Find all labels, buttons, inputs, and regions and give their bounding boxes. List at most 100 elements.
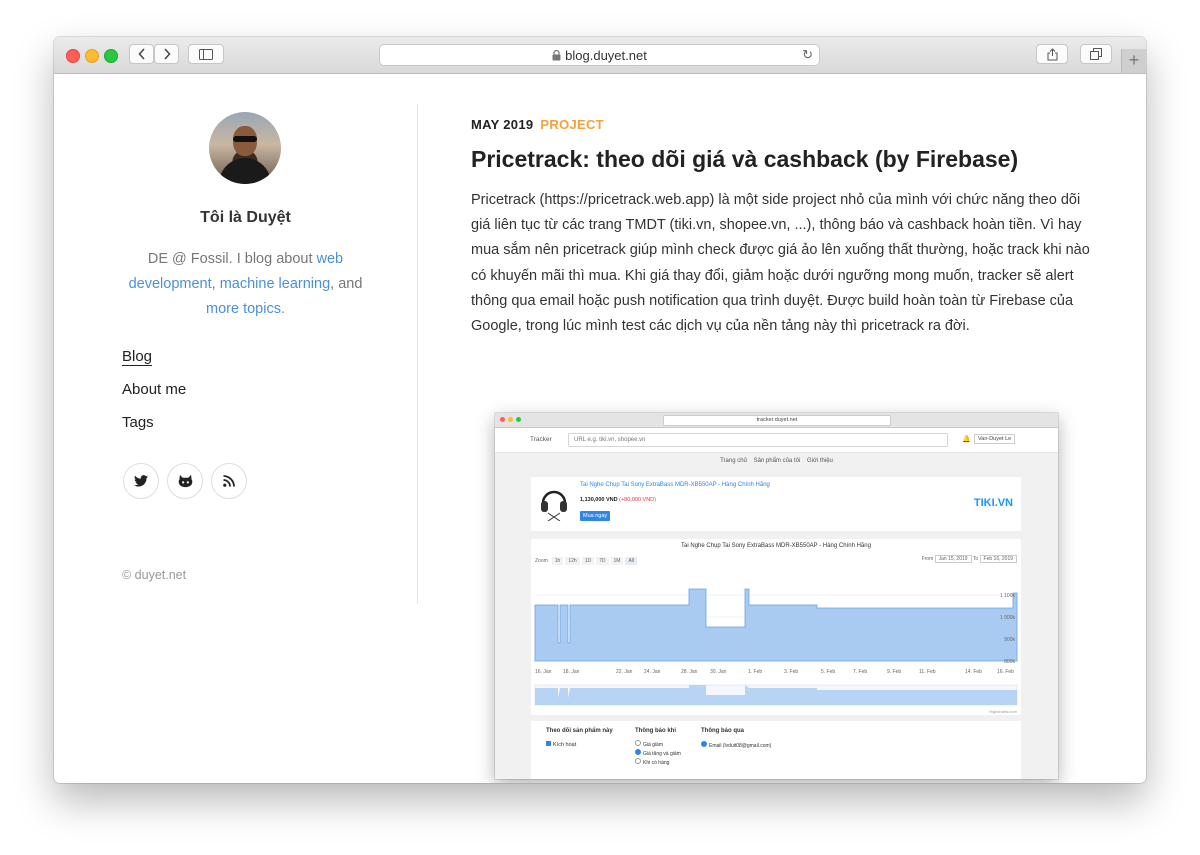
screenshot-browser-bar: tracker.duyet.net bbox=[495, 413, 1058, 428]
screenshot-zoom-dot bbox=[516, 417, 521, 422]
screenshot-y-tick-0: 1 100k bbox=[1000, 593, 1016, 599]
nav-about-link[interactable]: About me bbox=[122, 381, 186, 414]
screenshot-nav-products: Sản phẩm của tôi bbox=[753, 458, 801, 464]
screenshot-x-tick-13: 16. Feb bbox=[997, 669, 1014, 675]
new-tab-button[interactable]: + bbox=[1121, 49, 1146, 73]
sidebar-nav: Blog About me Tags bbox=[122, 348, 186, 447]
screenshot-zoom-1d: 1D bbox=[581, 557, 595, 565]
lock-icon bbox=[552, 49, 561, 60]
screenshot-x-tick-1: 18. Jan bbox=[563, 669, 580, 675]
screenshot-to-label: To bbox=[972, 556, 979, 562]
chevron-left-icon bbox=[137, 48, 145, 60]
screenshot-headphones-icon bbox=[541, 490, 567, 521]
share-icon bbox=[1047, 47, 1057, 60]
tabs-icon bbox=[1090, 48, 1102, 60]
forward-button[interactable] bbox=[154, 44, 179, 64]
avatar bbox=[209, 112, 281, 184]
sidebar-toggle-button[interactable] bbox=[188, 44, 224, 64]
back-button[interactable] bbox=[129, 44, 154, 64]
share-button[interactable] bbox=[1036, 44, 1068, 64]
screenshot-search-placeholder: URL e.g. tiki.vn, shopee.vn bbox=[574, 437, 646, 443]
screenshot-x-tick-4: 28. Jan bbox=[681, 669, 698, 675]
screenshot-notify-via-heading: Thông báo qua bbox=[701, 728, 744, 734]
screenshot-price: 1,130,000 VND (+80,000 VND) bbox=[580, 497, 656, 503]
nav-tags-link[interactable]: Tags bbox=[122, 414, 186, 447]
rss-icon bbox=[223, 475, 235, 487]
screenshot-from-date: Jan 15, 2019 bbox=[934, 555, 972, 563]
browser-toolbar: blog.duyet.net ↻ + bbox=[54, 37, 1146, 74]
rss-button[interactable] bbox=[211, 463, 247, 499]
close-window-button[interactable] bbox=[66, 49, 80, 63]
screenshot-x-tick-11: 11. Feb bbox=[919, 669, 936, 675]
screenshot-close-dot bbox=[500, 417, 505, 422]
screenshot-buy-button: Mua ngay bbox=[580, 511, 611, 521]
screenshot-tiki-logo: TIKI.VN bbox=[973, 497, 1013, 509]
post-screenshot: tracker.duyet.net Tracker URL e.g. tiki.… bbox=[495, 413, 1058, 779]
screenshot-bell-icon: 🔔 bbox=[962, 436, 971, 443]
page-content: Tôi là Duyệt DE @ Fossil. I blog about w… bbox=[54, 74, 1146, 783]
nav-blog-link[interactable]: Blog bbox=[122, 348, 186, 381]
screenshot-search-input: URL e.g. tiki.vn, shopee.vn bbox=[568, 433, 948, 447]
copyright: © duyet.net bbox=[122, 568, 187, 582]
author-name: Tôi là Duyệt bbox=[200, 209, 291, 226]
screenshot-zoom-1m: 1M bbox=[610, 557, 624, 565]
screenshot-x-tick-7: 3. Feb bbox=[784, 669, 798, 675]
screenshot-follow-check-label: Kích hoạt bbox=[553, 742, 577, 748]
address-bar[interactable]: blog.duyet.net ↻ bbox=[379, 44, 820, 66]
screenshot-nav: Trang chủ Sản phẩm của tôi Giới thiệu bbox=[495, 458, 1058, 464]
screenshot-follow-heading: Theo dõi sản phẩm này bbox=[546, 728, 613, 734]
post-meta: MAY 2019 PROJECT bbox=[471, 117, 604, 132]
screenshot-notify-via-option: Email (lvduit08@gmail.com) bbox=[701, 741, 771, 749]
screenshot-notify-when-heading: Thông báo khi bbox=[635, 728, 676, 734]
bio-end: . bbox=[280, 301, 285, 317]
screenshot-to-date: Feb 16, 2019 bbox=[979, 555, 1017, 563]
screenshot-price-chart: Tai Nghe Chụp Tai Sony ExtraBass MDR-XB5… bbox=[531, 539, 1021, 715]
twitter-icon bbox=[134, 475, 148, 487]
screenshot-zoom-1h: 1h bbox=[551, 557, 564, 565]
screenshot-radio-price-updown-label: Giá tăng và giảm bbox=[643, 751, 681, 757]
github-button[interactable] bbox=[167, 463, 203, 499]
machine-learning-link[interactable]: machine learning bbox=[220, 276, 330, 292]
reload-icon[interactable]: ↻ bbox=[802, 47, 813, 63]
post-category[interactable]: PROJECT bbox=[540, 117, 604, 132]
screenshot-settings-card: Theo dõi sản phẩm này Kích hoạt Thông bá… bbox=[531, 721, 1021, 779]
screenshot-nav-about: Giới thiệu bbox=[806, 458, 833, 464]
screenshot-minimize-dot bbox=[508, 417, 513, 422]
screenshot-x-tick-6: 1. Feb bbox=[748, 669, 762, 675]
screenshot-x-tick-12: 14. Feb bbox=[965, 669, 982, 675]
post-title[interactable]: Pricetrack: theo dõi giá và cashback (by… bbox=[471, 146, 1091, 173]
screenshot-radio-in-stock: Khi có hàng bbox=[635, 758, 681, 767]
minimize-window-button[interactable] bbox=[85, 49, 99, 63]
screenshot-radio-in-stock-label: Khi có hàng bbox=[643, 760, 670, 766]
author-bio: DE @ Fossil. I blog about web developmen… bbox=[114, 247, 377, 322]
screenshot-zoom-group: Zoom 1h 12h 1D 7D 1M All bbox=[535, 557, 639, 565]
screenshot-product-title: Tai Nghe Chụp Tai Sony ExtraBass MDR-XB5… bbox=[580, 482, 770, 488]
screenshot-notify-via-label: Email (lvduit08@gmail.com) bbox=[709, 743, 772, 749]
screenshot-nav-home: Trang chủ bbox=[720, 458, 747, 464]
more-topics-link[interactable]: more topics bbox=[206, 301, 281, 317]
sidebar-divider bbox=[417, 104, 418, 604]
screenshot-x-tick-0: 16. Jan bbox=[535, 669, 552, 675]
screenshot-date-range: From Jan 15, 2019 To Feb 16, 2019 bbox=[922, 555, 1017, 563]
screenshot-chart-credits: Highcharts.com bbox=[989, 709, 1017, 714]
screenshot-y-tick-1: 1 000k bbox=[1000, 615, 1016, 621]
screenshot-notify-when-options: Giá giảm Giá tăng và giảm Khi có hàng bbox=[635, 740, 681, 767]
screenshot-app-name: Tracker bbox=[530, 436, 552, 443]
screenshot-radio-price-down-label: Giá giảm bbox=[643, 742, 664, 748]
zoom-window-button[interactable] bbox=[104, 49, 118, 63]
screenshot-address-bar: tracker.duyet.net bbox=[663, 415, 891, 426]
screenshot-zoom-label: Zoom bbox=[535, 558, 548, 564]
github-icon bbox=[178, 474, 192, 488]
bio-text: DE @ Fossil. I blog about bbox=[147, 251, 317, 267]
chevron-right-icon bbox=[163, 48, 171, 60]
screenshot-x-tick-2: 22. Jan bbox=[616, 669, 633, 675]
browser-window: blog.duyet.net ↻ + Tôi là Duyệt DE @ Fos… bbox=[54, 37, 1146, 783]
screenshot-user-button: Van-Duyet Le bbox=[974, 434, 1016, 444]
screenshot-zoom-12h: 12h bbox=[565, 557, 580, 565]
post-date: MAY 2019 bbox=[471, 117, 534, 132]
tabs-overview-button[interactable] bbox=[1080, 44, 1112, 64]
screenshot-x-tick-3: 24. Jan bbox=[644, 669, 661, 675]
twitter-button[interactable] bbox=[123, 463, 159, 499]
screenshot-x-tick-10: 9. Feb bbox=[887, 669, 901, 675]
sidebar: Tôi là Duyệt DE @ Fossil. I blog about w… bbox=[54, 74, 417, 783]
